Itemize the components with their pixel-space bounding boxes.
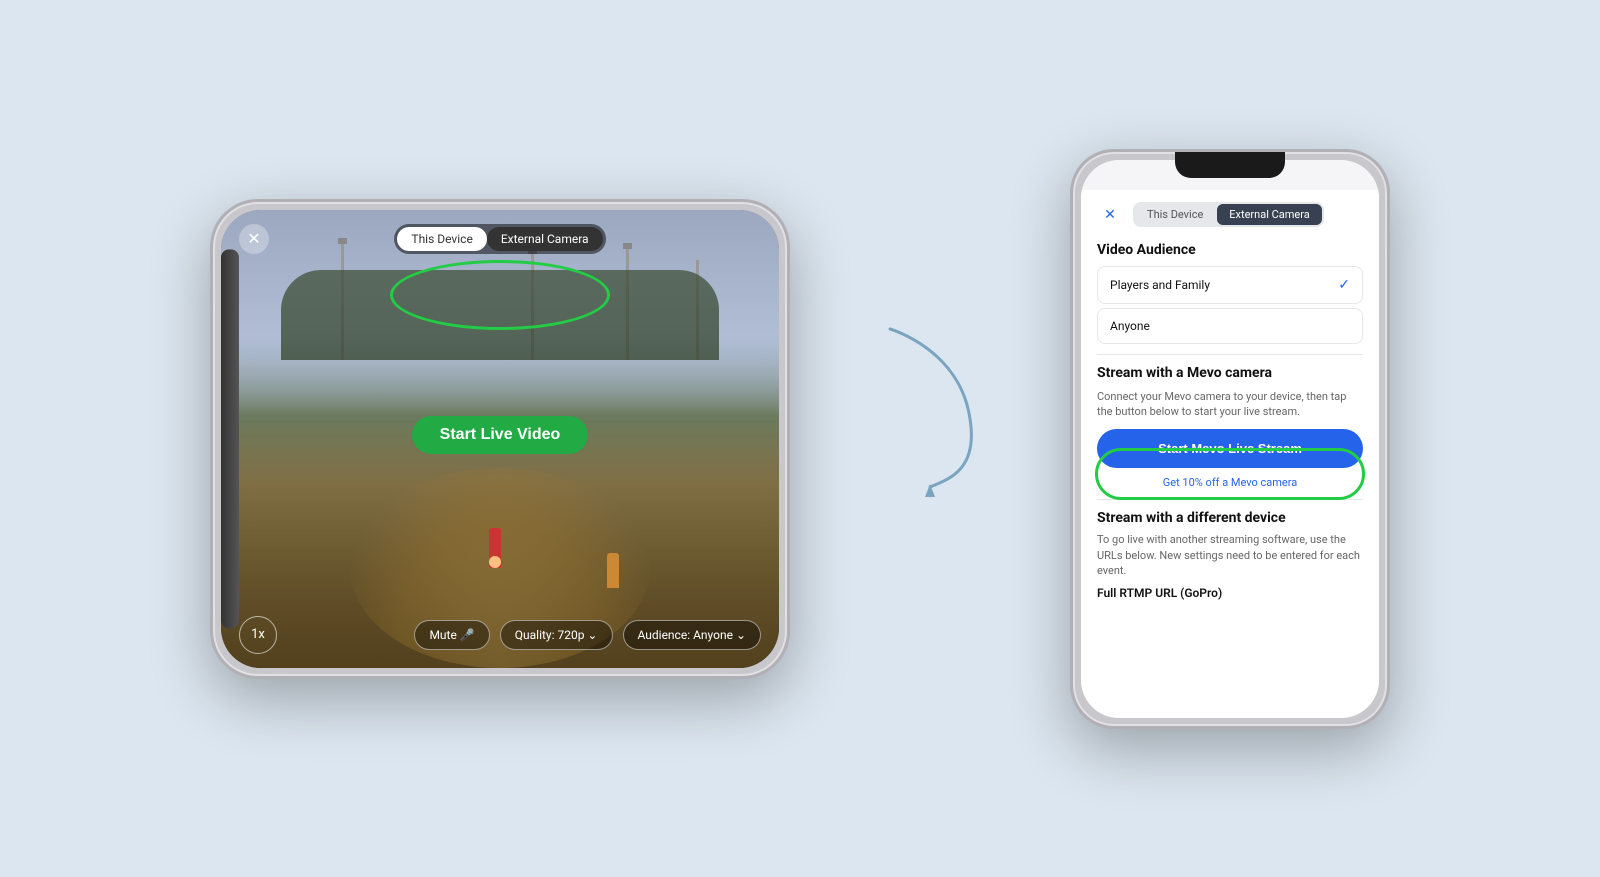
divider-2 xyxy=(1097,499,1363,500)
audience-option-anyone[interactable]: Anyone xyxy=(1097,308,1363,344)
bottom-button xyxy=(617,676,687,679)
phone-landscape-shell: ✕ This Device External Camera Start Live… xyxy=(210,199,790,679)
divider-1 xyxy=(1097,354,1363,355)
notch xyxy=(1175,152,1285,178)
camera-top-bar: ✕ This Device External Camera xyxy=(239,224,761,254)
left-strip xyxy=(221,249,239,628)
start-live-video-button[interactable]: Start Live Video xyxy=(412,416,589,454)
zoom-indicator[interactable]: 1x xyxy=(239,616,277,654)
mute-switch xyxy=(1070,252,1073,287)
arrow-annotation xyxy=(870,319,990,519)
mute-button[interactable]: Mute 🎤 xyxy=(414,620,489,650)
camera-controls: Mute 🎤 Quality: 720p ⌄ Audience: Anyone … xyxy=(414,620,761,650)
top-button xyxy=(333,199,383,202)
stream-diff-desc: To go live with another streaming softwa… xyxy=(1097,532,1363,578)
external-camera-toggle[interactable]: External Camera xyxy=(487,227,603,251)
portrait-screen: ✕ This Device External Camera Video Audi… xyxy=(1081,160,1379,718)
phone-landscape: ✕ This Device External Camera Start Live… xyxy=(210,199,790,679)
selected-checkmark: ✓ xyxy=(1338,277,1350,293)
portrait-content-area: ✕ This Device External Camera Video Audi… xyxy=(1081,190,1379,718)
video-audience-label: Video Audience xyxy=(1097,242,1363,258)
close-x-icon: ✕ xyxy=(1104,207,1116,223)
camera-ui: ✕ This Device External Camera Start Live… xyxy=(221,210,779,668)
phone-portrait-shell: ✕ This Device External Camera Video Audi… xyxy=(1070,149,1390,729)
audience-option-players[interactable]: Players and Family ✓ xyxy=(1097,266,1363,304)
quality-button[interactable]: Quality: 720p ⌄ xyxy=(500,620,613,650)
discount-link[interactable]: Get 10% off a Mevo camera xyxy=(1097,476,1363,489)
stream-mevo-desc: Connect your Mevo camera to your device,… xyxy=(1097,389,1363,420)
portrait-close-button[interactable]: ✕ xyxy=(1097,202,1123,228)
phone-portrait: ✕ This Device External Camera Video Audi… xyxy=(1070,149,1390,729)
landscape-screen: ✕ This Device External Camera Start Live… xyxy=(221,210,779,668)
camera-source-toggle[interactable]: This Device External Camera xyxy=(394,224,605,254)
close-button[interactable]: ✕ xyxy=(239,224,269,254)
stream-mevo-label: Stream with a Mevo camera xyxy=(1097,365,1363,381)
audience-players-label: Players and Family xyxy=(1110,278,1210,292)
start-mevo-stream-button[interactable]: Start Mevo Live Stream xyxy=(1097,429,1363,468)
portrait-header: ✕ This Device External Camera xyxy=(1097,202,1363,228)
portrait-this-device-btn[interactable]: This Device xyxy=(1135,204,1215,225)
volume-up-button xyxy=(1070,297,1073,352)
audience-anyone-label: Anyone xyxy=(1110,319,1150,333)
arrow-svg xyxy=(870,319,990,499)
camera-bottom-bar: 1x Mute 🎤 Quality: 720p ⌄ Audience: Anyo… xyxy=(239,616,761,654)
stream-diff-label: Stream with a different device xyxy=(1097,510,1363,526)
rtmp-url-label: Full RTMP URL (GoPro) xyxy=(1097,586,1363,600)
portrait-camera-toggle[interactable]: This Device External Camera xyxy=(1133,202,1324,227)
audience-button[interactable]: Audience: Anyone ⌄ xyxy=(623,620,762,650)
main-scene: ✕ This Device External Camera Start Live… xyxy=(0,0,1600,877)
power-button xyxy=(1387,282,1390,342)
close-icon: ✕ xyxy=(247,229,260,248)
this-device-toggle[interactable]: This Device xyxy=(397,227,486,251)
volume-down-button xyxy=(1070,360,1073,415)
portrait-external-camera-btn[interactable]: External Camera xyxy=(1217,204,1321,225)
